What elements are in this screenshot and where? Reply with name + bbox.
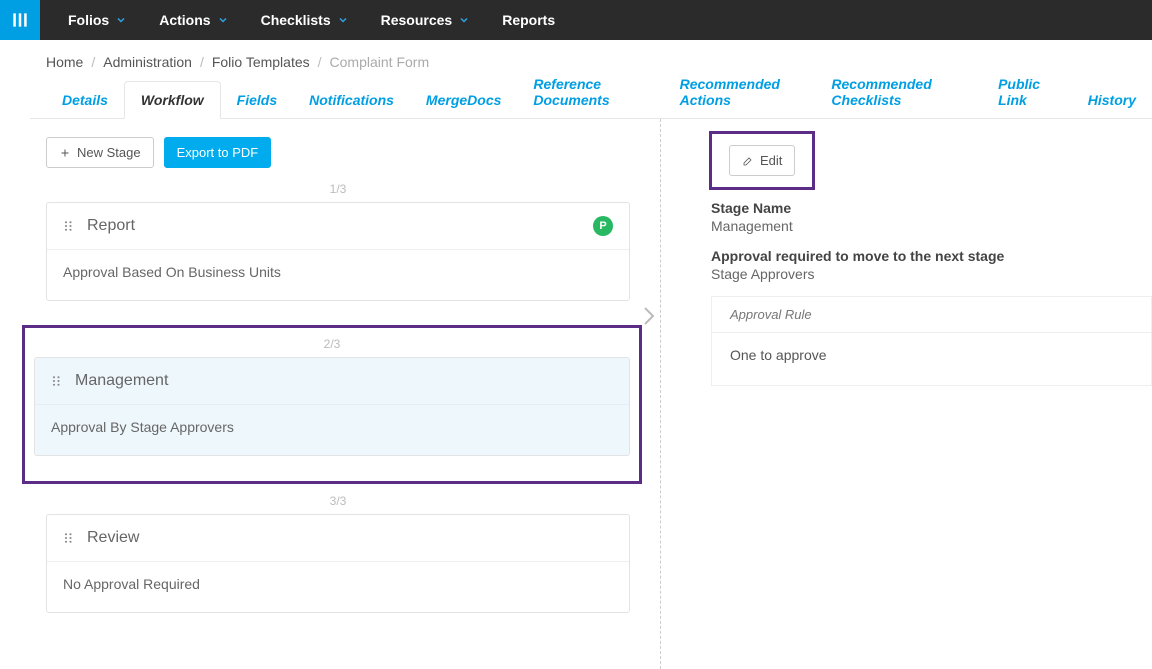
nav-item-resources[interactable]: Resources xyxy=(381,12,471,28)
stage-counter: 1/3 xyxy=(46,182,630,196)
breadcrumb-sep: / xyxy=(200,54,204,70)
breadcrumb-item[interactable]: Folio Templates xyxy=(212,54,310,70)
nav-menu: Folios Actions Checklists Resources Repo… xyxy=(40,0,587,40)
stages-toolbar: New Stage Export to PDF xyxy=(46,137,630,168)
nav-label: Resources xyxy=(381,12,453,28)
drag-handle-icon[interactable] xyxy=(63,220,75,232)
nav-item-checklists[interactable]: Checklists xyxy=(261,12,349,28)
approval-required-value: Stage Approvers xyxy=(711,266,1152,282)
drag-handle-icon[interactable] xyxy=(51,375,63,387)
annotation-highlight-management: 2/3 Management Approval By Stage Approve… xyxy=(24,327,640,482)
button-label: Export to PDF xyxy=(177,145,259,160)
nav-label: Reports xyxy=(502,12,555,28)
edit-stage-button[interactable]: Edit xyxy=(729,145,795,176)
p-badge: P xyxy=(593,216,613,236)
export-pdf-button[interactable]: Export to PDF xyxy=(164,137,272,168)
edit-icon xyxy=(742,155,754,167)
stage-name-label: Stage Name xyxy=(711,200,1152,216)
tab-recommended-actions[interactable]: Recommended Actions xyxy=(664,66,816,118)
tab-notifications[interactable]: Notifications xyxy=(293,82,410,118)
advance-stage-button[interactable] xyxy=(636,304,660,328)
breadcrumb-sep: / xyxy=(318,54,322,70)
tab-mergedocs[interactable]: MergeDocs xyxy=(410,82,517,118)
bars-icon xyxy=(10,10,30,30)
nav-item-reports[interactable]: Reports xyxy=(502,12,555,28)
chevron-down-icon xyxy=(337,14,349,26)
top-navbar: Folios Actions Checklists Resources Repo… xyxy=(0,0,1152,40)
nav-label: Actions xyxy=(159,12,210,28)
stage-card-management[interactable]: Management Approval By Stage Approvers xyxy=(34,357,630,456)
button-label: Edit xyxy=(760,153,782,168)
stage-body: Approval By Stage Approvers xyxy=(35,405,629,455)
approval-required-label: Approval required to move to the next st… xyxy=(711,248,1152,264)
stage-counter: 2/3 xyxy=(34,337,630,351)
stage-card-report[interactable]: Report P Approval Based On Business Unit… xyxy=(46,202,630,301)
button-label: New Stage xyxy=(77,145,141,160)
stage-title: Review xyxy=(87,529,139,547)
stage-header: Review xyxy=(47,515,629,562)
plus-icon xyxy=(59,147,71,159)
tab-public-link[interactable]: Public Link xyxy=(982,66,1072,118)
tab-details[interactable]: Details xyxy=(46,82,124,118)
breadcrumb-sep: / xyxy=(91,54,95,70)
stage-card-review[interactable]: Review No Approval Required xyxy=(46,514,630,613)
new-stage-button[interactable]: New Stage xyxy=(46,137,154,168)
chevron-right-icon xyxy=(636,304,660,328)
chevron-down-icon xyxy=(115,14,127,26)
tab-workflow[interactable]: Workflow xyxy=(124,81,221,119)
app-logo[interactable] xyxy=(0,0,40,40)
approval-rule-value: One to approve xyxy=(712,333,1151,386)
stage-title: Management xyxy=(75,372,168,390)
stage-header: Report P xyxy=(47,203,629,250)
breadcrumb-item[interactable]: Administration xyxy=(103,54,192,70)
tab-fields[interactable]: Fields xyxy=(221,82,293,118)
stage-counter: 3/3 xyxy=(46,494,630,508)
stage-name-value: Management xyxy=(711,218,1152,234)
annotation-highlight-edit: Edit xyxy=(711,133,813,188)
nav-label: Checklists xyxy=(261,12,331,28)
chevron-down-icon xyxy=(458,14,470,26)
tab-reference-documents[interactable]: Reference Documents xyxy=(517,66,663,118)
stage-details-panel: Edit Stage Name Management Approval requ… xyxy=(661,119,1152,416)
approval-rule-box: Approval Rule One to approve xyxy=(711,296,1152,386)
tabs-bar: Details Workflow Fields Notifications Me… xyxy=(30,78,1152,119)
drag-handle-icon[interactable] xyxy=(63,532,75,544)
stage-header: Management xyxy=(35,358,629,405)
nav-label: Folios xyxy=(68,12,109,28)
approval-rule-header: Approval Rule xyxy=(712,297,1151,333)
main-content: New Stage Export to PDF 1/3 Report P App… xyxy=(0,119,1152,669)
chevron-down-icon xyxy=(217,14,229,26)
nav-item-actions[interactable]: Actions xyxy=(159,12,228,28)
stage-body: Approval Based On Business Units xyxy=(47,250,629,300)
stages-column: New Stage Export to PDF 1/3 Report P App… xyxy=(0,119,640,669)
stage-body: No Approval Required xyxy=(47,562,629,612)
stage-title: Report xyxy=(87,217,135,235)
nav-item-folios[interactable]: Folios xyxy=(68,12,127,28)
tab-history[interactable]: History xyxy=(1072,82,1152,118)
breadcrumb-item[interactable]: Home xyxy=(46,54,83,70)
tab-recommended-checklists[interactable]: Recommended Checklists xyxy=(815,66,982,118)
breadcrumb-item-current: Complaint Form xyxy=(330,54,430,70)
